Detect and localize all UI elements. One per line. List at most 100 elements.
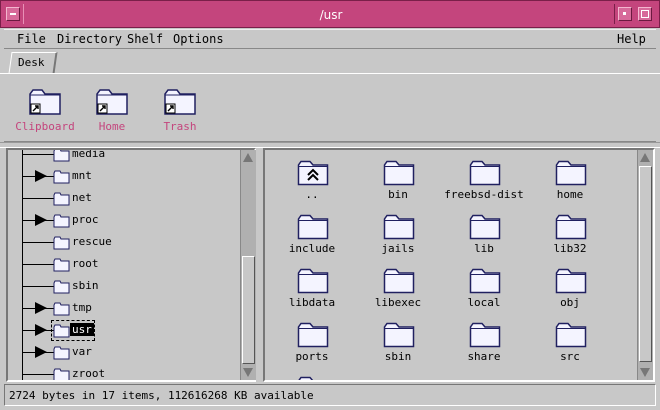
- maximize-icon: [641, 10, 649, 18]
- file-item-include[interactable]: include: [269, 204, 355, 256]
- menu-options[interactable]: Options: [173, 32, 224, 46]
- file-item-parentparent[interactable]: ..: [269, 150, 355, 202]
- folder-icon: [297, 268, 329, 297]
- folder-icon: [53, 280, 70, 297]
- expand-arrow-icon[interactable]: [35, 302, 47, 314]
- tree-item-sbin[interactable]: sbin: [8, 276, 240, 298]
- file-item-label: libexec: [374, 296, 422, 309]
- file-grid: .. bin freebsd-dist home include jails lib lib3…: [265, 150, 637, 380]
- file-item-share[interactable]: share: [441, 312, 527, 364]
- folder-link-icon: [164, 89, 196, 115]
- file-item-local[interactable]: local: [441, 258, 527, 310]
- tree-branch-line: [22, 154, 54, 155]
- folder-link-icon: [29, 89, 61, 115]
- file-item-label: ..: [305, 188, 319, 201]
- expand-arrow-icon[interactable]: [35, 170, 47, 182]
- tree-item-proc[interactable]: proc: [8, 210, 240, 232]
- scroll-down-icon[interactable]: [640, 368, 650, 377]
- file-item-lib32[interactable]: lib32: [527, 204, 613, 256]
- folder-icon: [53, 346, 70, 363]
- tree-item-label: rescue: [72, 235, 112, 248]
- folder-icon: [53, 302, 70, 319]
- window-title: /usr: [319, 8, 343, 22]
- file-item-label: lib: [474, 242, 494, 255]
- file-item-label: libdata: [288, 296, 336, 309]
- file-item-label: local: [467, 296, 501, 309]
- expand-arrow-icon[interactable]: [35, 346, 47, 358]
- scroll-up-icon[interactable]: [243, 153, 253, 162]
- minimize-icon: [623, 12, 626, 15]
- folder-icon: [53, 150, 70, 165]
- folder-icon: [555, 268, 587, 297]
- folder-icon: [469, 268, 501, 297]
- folder-icon: [469, 214, 501, 243]
- file-item-label: obj: [560, 296, 580, 309]
- menu-file[interactable]: File: [17, 32, 46, 46]
- menu-directory[interactable]: Directory: [57, 32, 122, 46]
- folder-icon: [469, 160, 501, 189]
- tree-item-label: media: [72, 150, 106, 160]
- maximize-button[interactable]: [638, 7, 652, 21]
- tree-branch-line: [22, 286, 54, 287]
- minimize-button[interactable]: [618, 7, 632, 21]
- tree-item-root[interactable]: root: [8, 254, 240, 276]
- file-item-partial[interactable]: [269, 366, 355, 380]
- file-item-label: home: [556, 188, 584, 201]
- parent-folder-icon: [297, 160, 329, 189]
- menu-help[interactable]: Help: [617, 32, 646, 46]
- title-bar[interactable]: /usr: [0, 0, 660, 28]
- tree-item-var[interactable]: var: [8, 342, 240, 364]
- expand-arrow-icon[interactable]: [35, 324, 47, 336]
- menu-bar: File Directory Shelf Options Help: [4, 29, 656, 49]
- file-item-libexec[interactable]: libexec: [355, 258, 441, 310]
- folder-icon: [383, 322, 415, 351]
- file-item-jails[interactable]: jails: [355, 204, 441, 256]
- directory-tree: media mnt net proc rescue root sbin tmp usr var zr…: [8, 150, 240, 380]
- tree-item-net[interactable]: net: [8, 188, 240, 210]
- status-text: 2724 bytes in 17 items, 112616268 KB ava…: [9, 389, 314, 402]
- files-scrollbar[interactable]: [637, 150, 653, 380]
- scroll-up-icon[interactable]: [640, 153, 650, 162]
- file-item-home[interactable]: home: [527, 150, 613, 202]
- folder-icon: [555, 322, 587, 351]
- tree-item-label: zroot: [72, 367, 106, 380]
- expand-arrow-icon[interactable]: [35, 214, 47, 226]
- tree-item-media[interactable]: media: [8, 150, 240, 166]
- tree-branch-line: [22, 264, 54, 265]
- folder-icon: [469, 322, 501, 351]
- tree-scrollbar-thumb[interactable]: [242, 256, 255, 364]
- file-item-sbin[interactable]: sbin: [355, 312, 441, 364]
- scroll-down-icon[interactable]: [243, 368, 253, 377]
- tree-item-usr[interactable]: usr: [8, 320, 240, 342]
- shelf: Clipboard Home Trash: [4, 74, 656, 142]
- shelf-item-label: Clipboard: [15, 120, 75, 133]
- menu-shelf[interactable]: Shelf: [127, 32, 163, 46]
- tree-item-tmp[interactable]: tmp: [8, 298, 240, 320]
- file-item-bin[interactable]: bin: [355, 150, 441, 202]
- file-item-libdata[interactable]: libdata: [269, 258, 355, 310]
- folder-icon: [53, 170, 70, 187]
- file-item-label: include: [288, 242, 336, 255]
- tree-item-mnt[interactable]: mnt: [8, 166, 240, 188]
- folder-icon: [383, 160, 415, 189]
- tree-item-rescue[interactable]: rescue: [8, 232, 240, 254]
- file-item-label: lib32: [553, 242, 587, 255]
- file-item-src[interactable]: src: [527, 312, 613, 364]
- file-item-ports[interactable]: ports: [269, 312, 355, 364]
- shelf-item-label: Trash: [163, 120, 197, 133]
- directory-tree-pane: media mnt net proc rescue root sbin tmp usr var zr…: [6, 148, 256, 382]
- tree-item-zroot[interactable]: zroot: [8, 364, 240, 380]
- tree-branch-line: [22, 242, 54, 243]
- folder-icon: [53, 368, 70, 380]
- file-list-pane: .. bin freebsd-dist home include jails lib lib3…: [263, 148, 655, 382]
- folder-icon: [53, 214, 70, 231]
- tree-branch-line: [22, 374, 54, 375]
- file-item-freebsd-dist[interactable]: freebsd-dist: [441, 150, 527, 202]
- tree-branch-line: [22, 198, 54, 199]
- file-item-obj[interactable]: obj: [527, 258, 613, 310]
- tree-item-label: usr: [70, 323, 94, 336]
- files-scrollbar-thumb[interactable]: [639, 166, 652, 362]
- tree-item-label: sbin: [72, 279, 99, 292]
- file-item-lib[interactable]: lib: [441, 204, 527, 256]
- tree-scrollbar[interactable]: [240, 150, 256, 380]
